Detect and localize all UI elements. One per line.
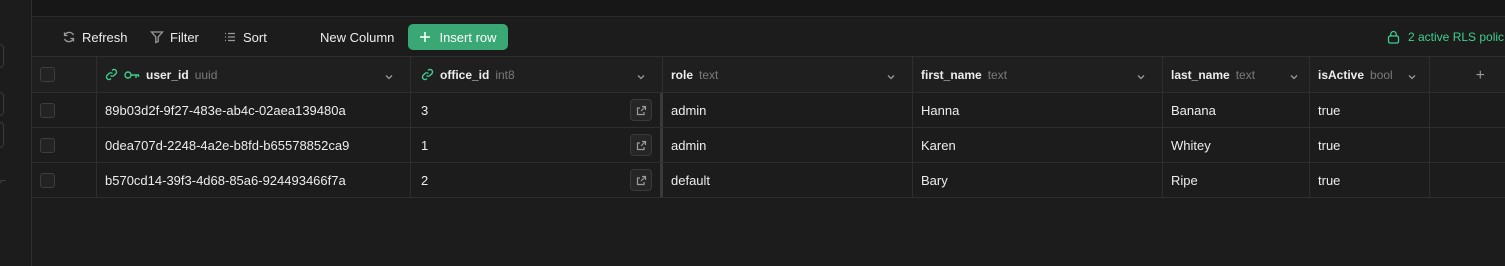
cell-office-id[interactable]: 1 bbox=[411, 128, 663, 162]
empty-cell bbox=[1430, 128, 1505, 162]
cell-role[interactable]: default bbox=[663, 163, 913, 197]
insert-row-label: Insert row bbox=[439, 29, 497, 45]
cell-user-id[interactable]: b570cd14-39f3-4d68-85a6-924493466f7a bbox=[97, 163, 411, 197]
refresh-label: Refresh bbox=[82, 29, 128, 45]
row-checkbox[interactable] bbox=[40, 137, 55, 153]
empty-cell bbox=[1430, 163, 1505, 197]
sort-icon bbox=[223, 30, 237, 44]
cell-first-name[interactable]: Bary bbox=[913, 163, 1163, 197]
rls-policies-link[interactable]: 2 active RLS polic bbox=[1387, 25, 1504, 49]
add-column-cell: + bbox=[1430, 57, 1505, 92]
column-type: text bbox=[987, 67, 1008, 82]
lock-icon bbox=[1387, 30, 1400, 44]
cell-last-name[interactable]: Ripe bbox=[1163, 163, 1310, 197]
cell-user-id[interactable]: 0dea707d-2248-4a2e-b8fd-b65578852ca9 bbox=[97, 128, 411, 162]
column-header-last-name[interactable]: last_name text bbox=[1163, 57, 1310, 92]
empty-cell bbox=[1430, 93, 1505, 127]
plus-icon bbox=[419, 31, 431, 43]
column-name: role bbox=[671, 67, 694, 82]
chevron-down-icon[interactable] bbox=[384, 70, 394, 85]
table-toolbar: Refresh Filter Sort New Column Insert ro… bbox=[32, 17, 1505, 57]
add-column-icon[interactable]: + bbox=[1476, 67, 1485, 85]
refresh-button[interactable]: Refresh bbox=[62, 25, 128, 49]
sort-button[interactable]: Sort bbox=[223, 25, 267, 49]
cell-first-name[interactable]: Hanna bbox=[913, 93, 1163, 127]
chevron-down-icon[interactable] bbox=[1407, 70, 1417, 85]
row-checkbox[interactable] bbox=[40, 172, 55, 188]
column-type: text bbox=[1235, 67, 1256, 82]
rail-handle[interactable] bbox=[0, 122, 4, 148]
refresh-icon bbox=[62, 30, 76, 44]
column-header-user-id[interactable]: user_id uuid bbox=[97, 57, 411, 92]
column-name: office_id bbox=[440, 67, 490, 82]
column-header-role[interactable]: role text bbox=[663, 57, 913, 92]
top-strip bbox=[32, 0, 1505, 17]
chevron-down-icon[interactable] bbox=[1136, 70, 1146, 85]
column-header-first-name[interactable]: first_name text bbox=[913, 57, 1163, 92]
filter-label: Filter bbox=[170, 29, 199, 45]
column-type: uuid bbox=[194, 67, 218, 82]
filter-button[interactable]: Filter bbox=[150, 25, 199, 49]
cell-office-id[interactable]: 2 bbox=[411, 163, 663, 197]
row-select-cell bbox=[32, 93, 97, 127]
rail-handle[interactable] bbox=[0, 44, 4, 68]
table-row[interactable]: 89b03d2f-9f27-483e-ab4c-02aea139480a 3 a… bbox=[32, 93, 1505, 128]
column-name: isActive bbox=[1318, 67, 1365, 82]
column-header-office-id[interactable]: office_id int8 bbox=[411, 57, 663, 92]
cell-role[interactable]: admin bbox=[663, 128, 913, 162]
cell-office-id-value: 1 bbox=[421, 137, 429, 153]
cell-user-id[interactable]: 89b03d2f-9f27-483e-ab4c-02aea139480a bbox=[97, 93, 411, 127]
select-all-cell bbox=[32, 57, 97, 92]
cell-office-id-value: 2 bbox=[421, 172, 429, 188]
column-name: last_name bbox=[1171, 67, 1230, 82]
key-icon bbox=[124, 70, 140, 80]
cell-last-name[interactable]: Whitey bbox=[1163, 128, 1310, 162]
table-row[interactable]: 0dea707d-2248-4a2e-b8fd-b65578852ca9 1 a… bbox=[32, 128, 1505, 163]
cell-is-active[interactable]: true bbox=[1310, 163, 1430, 197]
column-type: text bbox=[699, 67, 719, 82]
open-reference-icon[interactable] bbox=[630, 99, 652, 121]
column-header-is-active[interactable]: isActive bool bbox=[1310, 57, 1430, 92]
row-checkbox[interactable] bbox=[40, 102, 55, 118]
chevron-down-icon[interactable] bbox=[1289, 70, 1299, 85]
row-select-cell bbox=[32, 128, 97, 162]
link-icon bbox=[421, 68, 434, 81]
chevron-down-icon[interactable] bbox=[636, 70, 646, 85]
select-all-checkbox[interactable] bbox=[40, 67, 55, 82]
cell-first-name[interactable]: Karen bbox=[913, 128, 1163, 162]
cell-office-id[interactable]: 3 bbox=[411, 93, 663, 127]
column-type: int8 bbox=[495, 67, 515, 82]
header-row: user_id uuid office_id int8 role text fi… bbox=[32, 57, 1505, 93]
rail-handle[interactable] bbox=[0, 92, 4, 116]
sort-label: Sort bbox=[243, 29, 267, 45]
new-column-label: New Column bbox=[320, 29, 395, 45]
column-type: bool bbox=[1370, 67, 1393, 82]
data-grid: user_id uuid office_id int8 role text fi… bbox=[32, 57, 1505, 266]
cell-last-name[interactable]: Banana bbox=[1163, 93, 1310, 127]
rls-label: 2 active RLS polic bbox=[1408, 30, 1505, 44]
rail-glyph-icon: ⌐ bbox=[0, 176, 6, 187]
new-column-button[interactable]: New Column bbox=[320, 25, 394, 49]
cell-is-active[interactable]: true bbox=[1310, 93, 1430, 127]
row-select-cell bbox=[32, 163, 97, 197]
link-icon bbox=[105, 68, 118, 81]
cell-office-id-value: 3 bbox=[421, 102, 429, 118]
insert-row-button[interactable]: Insert row bbox=[408, 24, 508, 50]
open-reference-icon[interactable] bbox=[630, 169, 652, 191]
table-row[interactable]: b570cd14-39f3-4d68-85a6-924493466f7a 2 d… bbox=[32, 163, 1505, 198]
left-rail: ⌐ bbox=[0, 0, 32, 266]
cell-role[interactable]: admin bbox=[663, 93, 913, 127]
column-name: first_name bbox=[921, 67, 982, 82]
filter-icon bbox=[150, 30, 164, 44]
open-reference-icon[interactable] bbox=[630, 134, 652, 156]
column-name: user_id bbox=[146, 67, 189, 82]
cell-is-active[interactable]: true bbox=[1310, 128, 1430, 162]
chevron-down-icon[interactable] bbox=[886, 70, 896, 85]
